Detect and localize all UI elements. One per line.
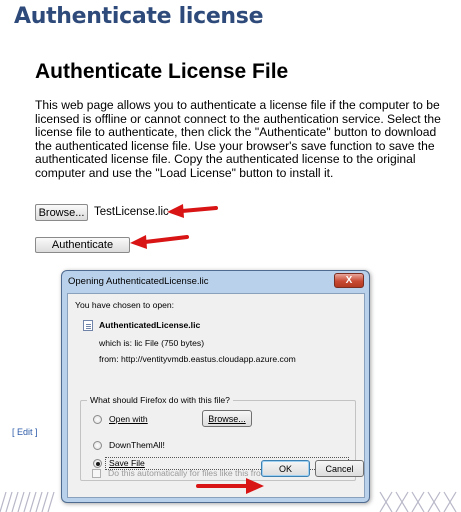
page-title: Authenticate License File <box>35 60 289 83</box>
save-file-radio[interactable] <box>93 459 102 468</box>
file-icon <box>83 320 93 331</box>
browse-button[interactable]: Browse... <box>35 204 88 221</box>
edit-link[interactable]: [ Edit ] <box>12 427 38 437</box>
open-with-label-text: Open with <box>109 414 148 424</box>
auto-action-checkbox[interactable] <box>92 469 101 478</box>
open-with-label[interactable]: Open with <box>109 414 148 424</box>
selected-file-name: TestLicense.lic <box>94 206 169 218</box>
downthemall-radio[interactable] <box>93 441 102 450</box>
dialog-file-name: AuthenticatedLicense.lic <box>99 320 201 330</box>
action-question: What should Firefox do with this file? <box>87 395 233 405</box>
close-button[interactable]: X <box>334 273 364 288</box>
cancel-button[interactable]: Cancel <box>315 460 364 477</box>
arrow-left-icon <box>130 235 189 249</box>
page-heading: Authenticate license <box>14 4 264 29</box>
dialog-titlebar[interactable]: Opening AuthenticatedLicense.lic X <box>62 271 369 293</box>
download-dialog: Opening AuthenticatedLicense.lic X You h… <box>61 270 370 503</box>
instructions-text: This web page allows you to authenticate… <box>35 98 441 180</box>
dialog-title: Opening AuthenticatedLicense.lic <box>68 276 209 287</box>
authenticate-button[interactable]: Authenticate <box>35 237 130 253</box>
dialog-browse-label: Browse... <box>208 413 246 424</box>
dialog-intro-text: You have chosen to open: <box>75 300 175 310</box>
arrow-left-icon <box>167 204 218 218</box>
downthemall-label[interactable]: DownThemAll! <box>109 440 165 450</box>
arrow-right-icon <box>196 478 264 494</box>
file-type-text: which is: lic File (750 bytes) <box>99 338 205 348</box>
save-file-label[interactable]: Save File <box>109 458 145 468</box>
open-with-radio[interactable] <box>93 415 102 424</box>
save-file-label-text: Save File <box>109 458 145 468</box>
file-source-text: from: http://ventityvmdb.eastus.cloudapp… <box>99 354 296 364</box>
ok-button[interactable]: OK <box>261 460 310 477</box>
dialog-browse-button[interactable]: Browse... <box>202 410 252 427</box>
